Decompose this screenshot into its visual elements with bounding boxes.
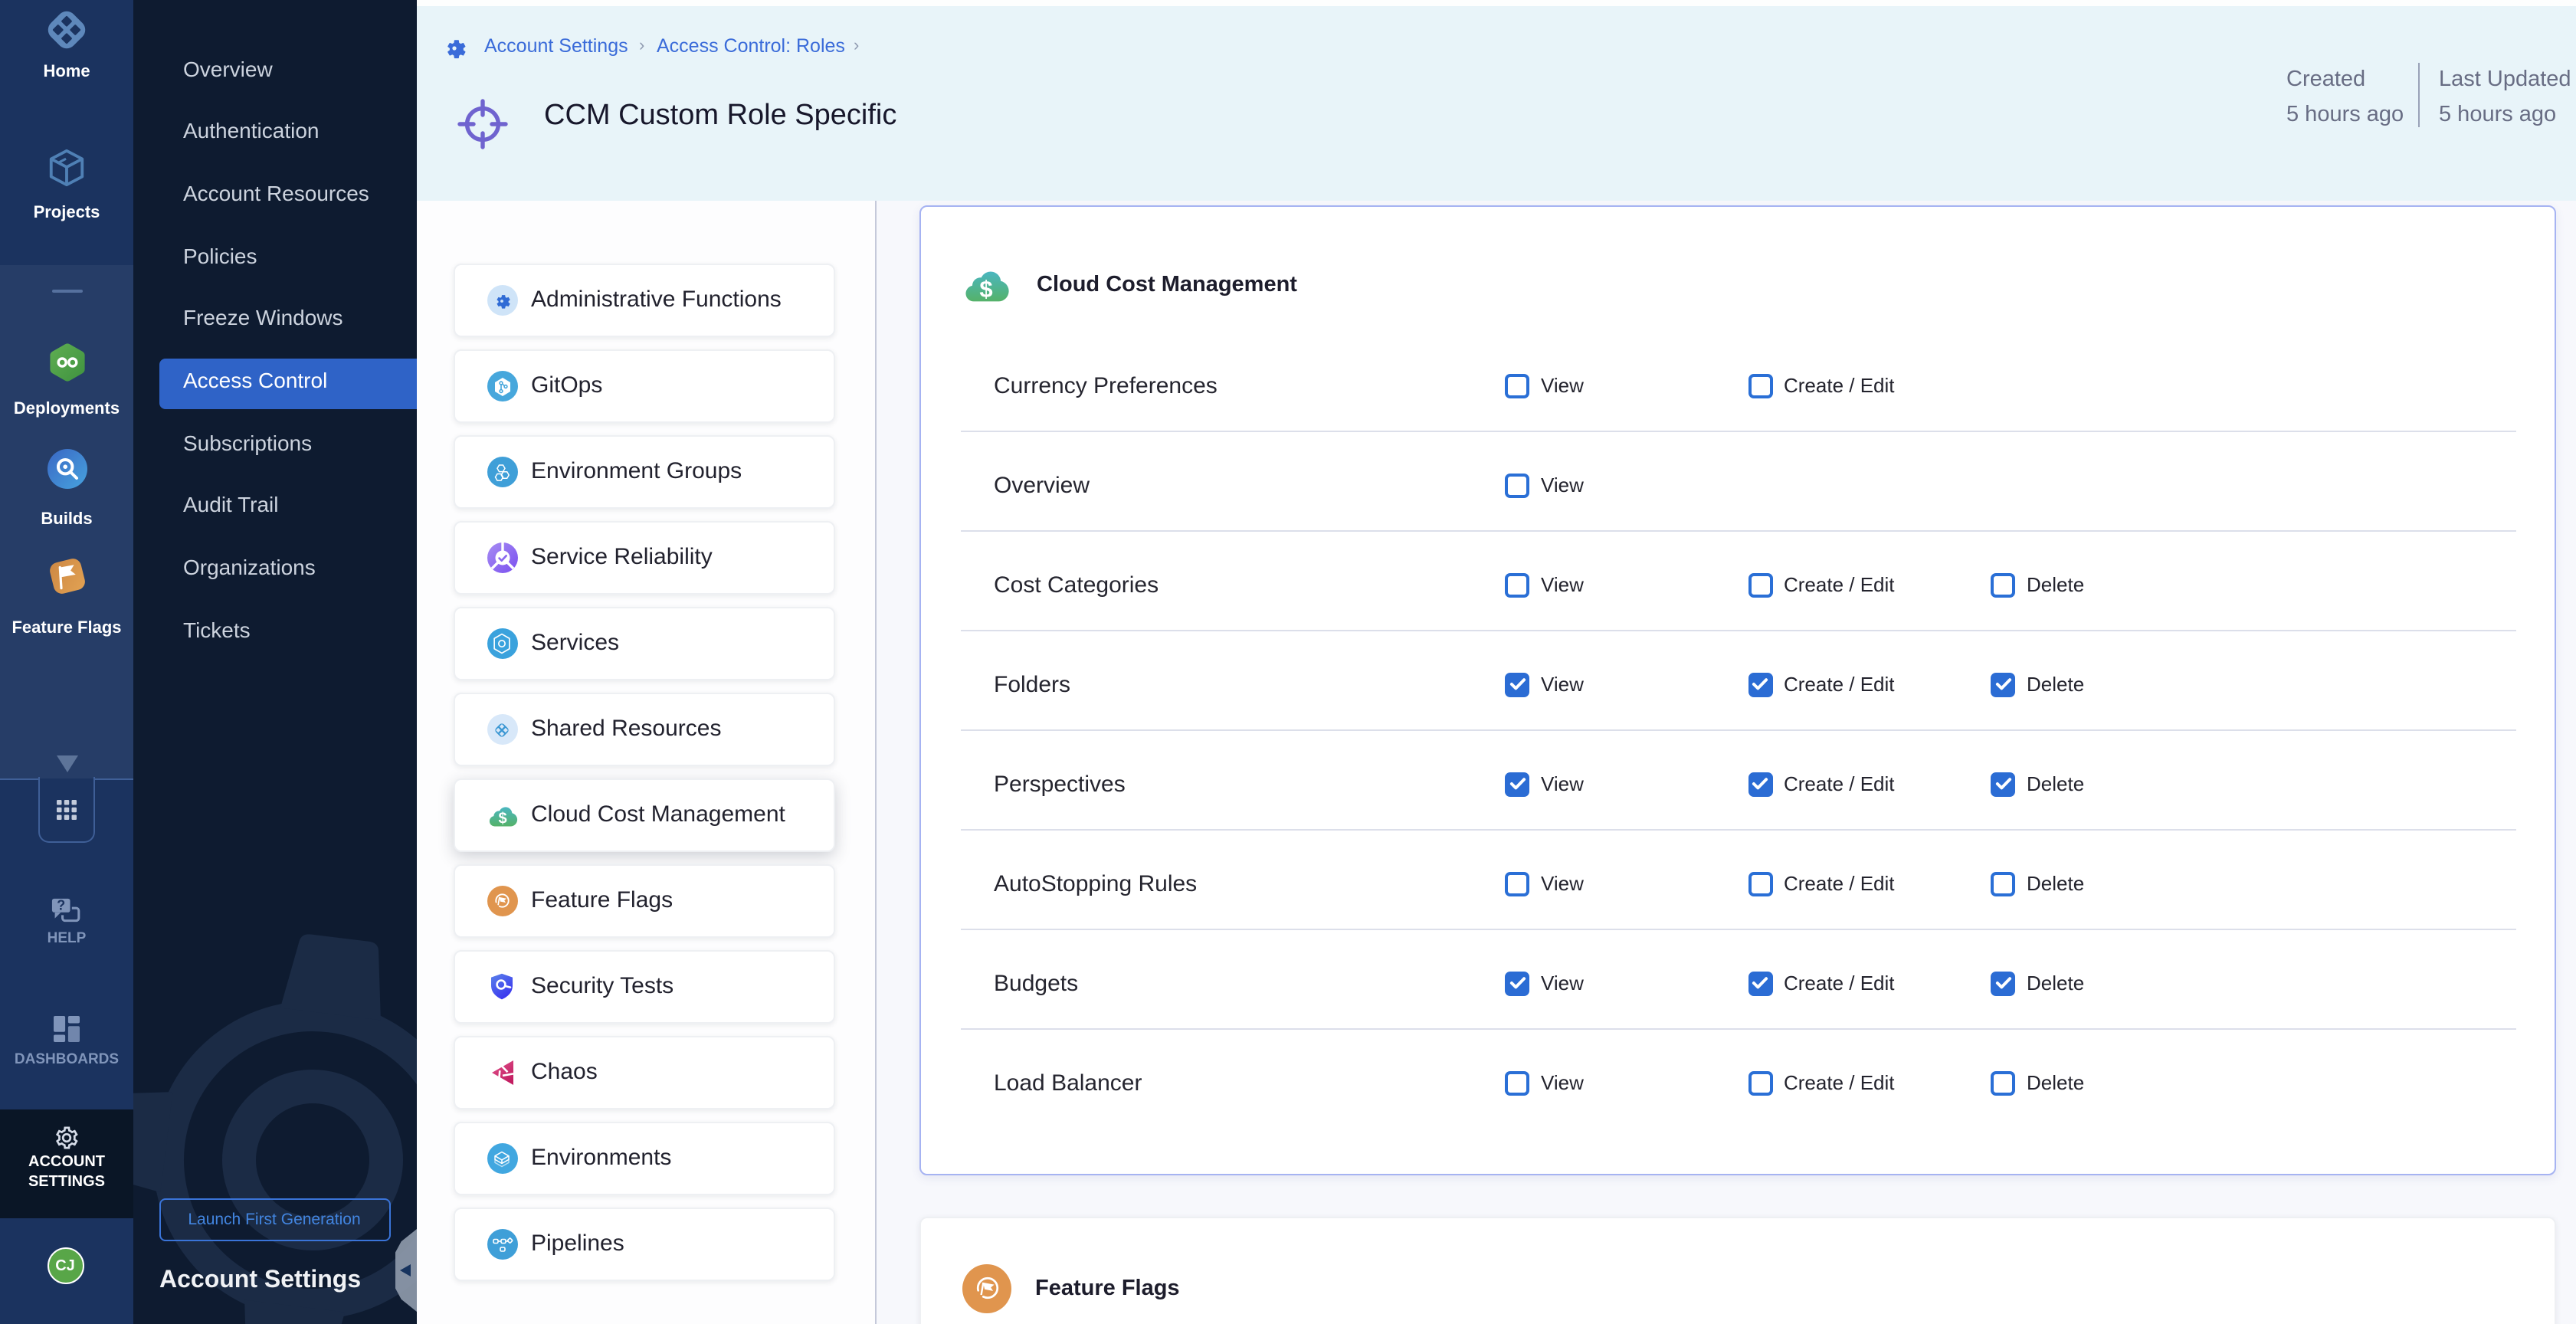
svg-text:?: ?	[57, 898, 65, 913]
svg-text:$: $	[978, 275, 991, 302]
svg-text:$: $	[497, 811, 506, 828]
